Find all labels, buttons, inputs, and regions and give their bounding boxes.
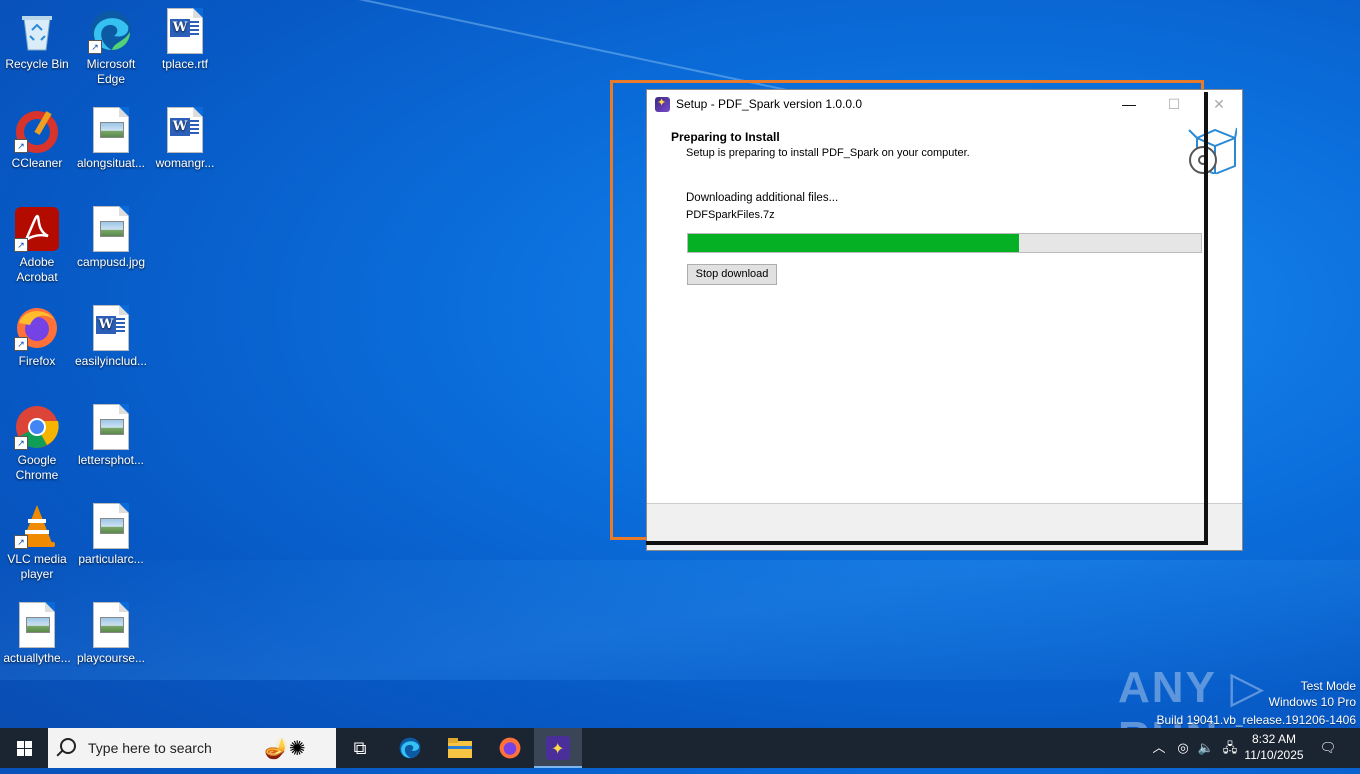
desktop-icon-label: particularc... bbox=[78, 552, 144, 566]
start-button[interactable] bbox=[0, 728, 48, 768]
pdf-spark-app-icon bbox=[655, 96, 670, 112]
minimize-button[interactable]: — bbox=[1106, 90, 1152, 118]
close-button[interactable]: ✕ bbox=[1196, 90, 1242, 118]
desktop-icon-file[interactable]: alongsituat... bbox=[74, 107, 148, 171]
desktop-icon-label: Microsoft Edge bbox=[86, 57, 136, 86]
taskbar-clock[interactable]: 8:32 AM 11/10/2025 bbox=[1236, 731, 1312, 763]
desktop-icon-file[interactable]: campusd.jpg bbox=[74, 206, 148, 270]
acrobat-icon: ↗ bbox=[14, 206, 60, 252]
desktop-icon-firefox[interactable]: ↗ Firefox bbox=[0, 305, 74, 369]
desktop-icon-label: Recycle Bin bbox=[5, 57, 69, 71]
image-file-icon bbox=[14, 602, 60, 648]
setup-window[interactable]: Setup - PDF_Spark version 1.0.0.0 — ☐ ✕ … bbox=[646, 89, 1243, 551]
word-doc-icon: W bbox=[88, 305, 134, 351]
stop-download-button[interactable]: Stop download bbox=[687, 264, 777, 285]
status-text: Downloading additional files... bbox=[686, 192, 839, 204]
desktop-icon-label: VLC media player bbox=[7, 552, 67, 581]
search-highlight-icon: 🪔✺ bbox=[264, 738, 306, 760]
desktop-icon-label: campusd.jpg bbox=[76, 255, 146, 269]
chrome-icon: ↗ bbox=[14, 404, 60, 450]
taskbar-search-box[interactable]: Type here to search 🪔✺ bbox=[48, 728, 336, 768]
recycle-bin-icon bbox=[14, 8, 60, 54]
image-file-icon bbox=[88, 602, 134, 648]
desktop-icon-file[interactable]: lettersphot... bbox=[74, 404, 148, 468]
svg-text:✦: ✦ bbox=[551, 739, 564, 758]
progress-fill bbox=[688, 234, 1019, 252]
desktop-icon-vlc[interactable]: ↗ VLC media player bbox=[0, 503, 74, 582]
maximize-button[interactable]: ☐ bbox=[1151, 90, 1197, 118]
page-subtitle: Setup is preparing to install PDF_Spark … bbox=[686, 147, 970, 159]
desktop-icon-label: CCleaner bbox=[11, 156, 63, 170]
taskbar-firefox-icon[interactable] bbox=[486, 728, 534, 768]
taskbar-file-explorer-icon[interactable] bbox=[436, 728, 484, 768]
setup-box-icon bbox=[1187, 124, 1238, 176]
taskbar: Type here to search 🪔✺ ⧉ ✦ ︿ ◎ 🔈 🖧 8:32 … bbox=[0, 728, 1360, 768]
taskbar-edge-icon[interactable] bbox=[386, 728, 434, 768]
desktop-icon-file[interactable]: actuallythe... bbox=[0, 602, 74, 666]
word-doc-icon: W bbox=[162, 107, 208, 153]
desktop-icon-label: tplace.rtf bbox=[161, 57, 209, 71]
desktop-icon-label: Firefox bbox=[18, 354, 56, 368]
test-mode-text: Test Mode bbox=[1300, 679, 1356, 693]
title-bar[interactable]: Setup - PDF_Spark version 1.0.0.0 — ☐ ✕ bbox=[647, 90, 1242, 118]
desktop-icon-microsoft-edge[interactable]: ↗ Microsoft Edge bbox=[74, 8, 148, 87]
task-view-icon[interactable]: ⧉ bbox=[336, 728, 384, 768]
show-hidden-icons-chevron-icon[interactable]: ︿ bbox=[1150, 728, 1168, 768]
desktop-icon-file[interactable]: W tplace.rtf bbox=[148, 8, 222, 72]
desktop-icon-label: Google Chrome bbox=[15, 453, 59, 482]
image-file-icon bbox=[88, 503, 134, 549]
windows-logo-icon bbox=[17, 741, 24, 748]
desktop-icon-label: lettersphot... bbox=[77, 453, 145, 467]
wizard-footer bbox=[647, 503, 1242, 550]
search-placeholder: Type here to search bbox=[88, 740, 212, 756]
download-progress-bar bbox=[687, 233, 1202, 253]
desktop-icon-ccleaner[interactable]: ↗ CCleaner bbox=[0, 107, 74, 171]
desktop-icon-adobe-acrobat[interactable]: ↗ Adobe Acrobat bbox=[0, 206, 74, 285]
desktop-icon-label: playcourse... bbox=[76, 651, 146, 665]
volume-icon[interactable]: 🔈 bbox=[1197, 728, 1215, 768]
desktop-icon-file[interactable]: W womangr... bbox=[148, 107, 222, 171]
firefox-icon: ↗ bbox=[14, 305, 60, 351]
search-icon bbox=[60, 738, 76, 754]
page-title: Preparing to Install bbox=[671, 130, 780, 144]
vlc-icon: ↗ bbox=[14, 503, 60, 549]
desktop-icon-label: easilyinclud... bbox=[74, 354, 148, 368]
windows-edition-text: Windows 10 Pro bbox=[1268, 695, 1356, 709]
desktop-icon-label: actuallythe... bbox=[3, 651, 71, 665]
image-file-icon bbox=[88, 404, 134, 450]
build-text: Build 19041.vb_release.191206-1406 bbox=[1156, 713, 1357, 727]
desktop-icon-label: alongsituat... bbox=[76, 156, 146, 170]
desktop-icon-recycle-bin[interactable]: Recycle Bin bbox=[0, 8, 74, 72]
desktop-icon-label: womangr... bbox=[155, 156, 215, 170]
desktop-icon-file[interactable]: particularc... bbox=[74, 503, 148, 567]
taskbar-pdf-spark-icon[interactable]: ✦ bbox=[534, 728, 582, 768]
image-file-icon bbox=[88, 107, 134, 153]
notifications-icon[interactable]: 🗨 bbox=[1316, 728, 1340, 768]
ccleaner-icon: ↗ bbox=[14, 107, 60, 153]
edge-icon: ↗ bbox=[88, 8, 134, 54]
clock-date: 11/10/2025 bbox=[1244, 748, 1304, 762]
desktop-icon-file[interactable]: W easilyinclud... bbox=[74, 305, 148, 369]
image-file-icon bbox=[88, 206, 134, 252]
file-name-text: PDFSparkFiles.7z bbox=[686, 209, 775, 221]
clock-time: 8:32 AM bbox=[1251, 732, 1297, 746]
desktop-icon-file[interactable]: playcourse... bbox=[74, 602, 148, 666]
desktop-icon-google-chrome[interactable]: ↗ Google Chrome bbox=[0, 404, 74, 483]
meet-now-icon[interactable]: ◎ bbox=[1174, 728, 1192, 768]
desktop-icon-label: Adobe Acrobat bbox=[16, 255, 58, 284]
word-doc-icon: W bbox=[162, 8, 208, 54]
window-title: Setup - PDF_Spark version 1.0.0.0 bbox=[676, 97, 863, 111]
